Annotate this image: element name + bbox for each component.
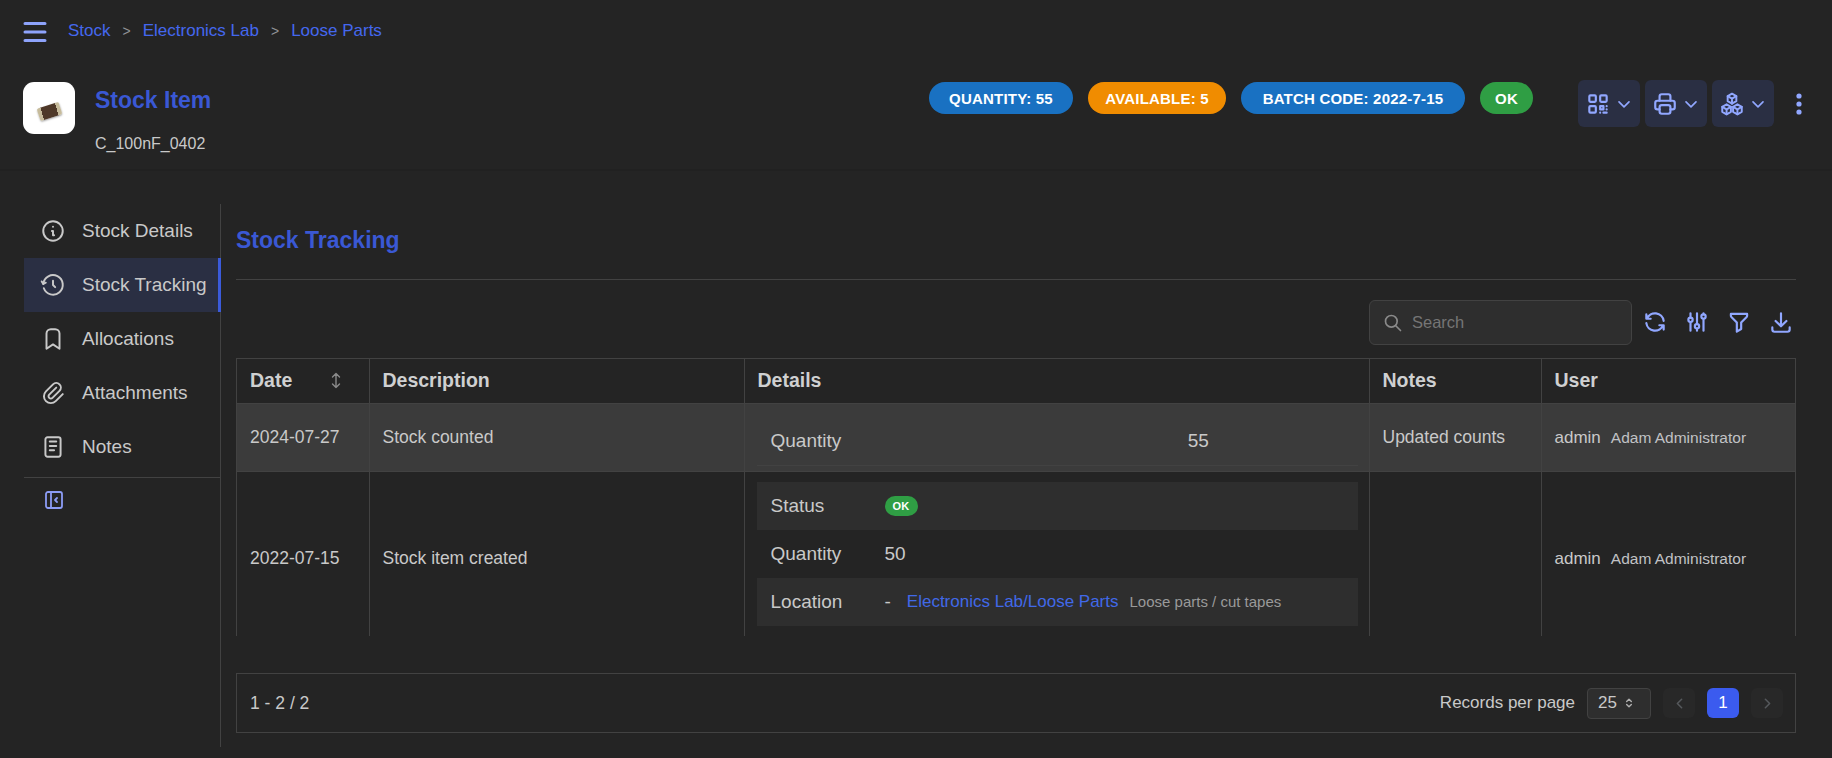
bookmark-icon [40,326,66,352]
sidebar-item-label: Allocations [82,328,174,350]
panel-title: Stock Tracking [236,227,400,254]
refresh-icon[interactable] [1642,309,1668,335]
selector-icon [1622,696,1636,710]
search-input[interactable] [1412,313,1602,332]
column-header-description[interactable]: Description [369,359,744,403]
location-description: Loose parts / cut tapes [1130,593,1282,610]
stock-tracking-table: Date Description Details Notes User 2024… [236,358,1796,636]
filter-icon[interactable] [1726,309,1752,335]
column-header-notes: Notes [1369,359,1541,403]
history-icon [40,272,66,298]
ok-status-badge: OK [885,496,918,516]
more-options-button[interactable] [1788,86,1810,122]
row-details: Status OK Quantity 50 Location - Electro… [744,471,1369,636]
header-divider [0,169,1832,171]
chevron-down-icon [1681,94,1701,114]
breadcrumb-separator: > [271,23,279,39]
detail-label: Quantity [757,430,1058,452]
status-badges: QUANTITY: 55 AVAILABLE: 5 BATCH CODE: 20… [929,82,1533,114]
search-icon [1383,313,1403,333]
available-badge: AVAILABLE: 5 [1088,82,1226,114]
sidebar-collapse-icon[interactable] [42,488,66,512]
panel-title-divider [236,279,1796,280]
sidebar-item-allocations[interactable]: Allocations [24,312,221,366]
row-notes [1369,471,1541,636]
barcode-actions-button[interactable] [1578,80,1640,127]
table-footer: 1 - 2 / 2 Records per page 25 1 [236,673,1796,733]
sidebar-item-label: Notes [82,436,132,458]
row-date: 2022-07-15 [237,471,369,636]
detail-row-location: Location - Electronics Lab/Loose Parts L… [757,578,1358,626]
column-header-details: Details [744,359,1369,403]
row-date: 2024-07-27 [237,403,369,471]
status-ok-badge: OK [1480,82,1533,114]
row-user: adminAdam Administrator [1541,403,1795,471]
page-1-button[interactable]: 1 [1707,688,1739,718]
detail-row-quantity: Quantity 50 [757,530,1358,578]
sidebar-item-label: Stock Details [82,220,193,242]
row-description: Stock item created [369,471,744,636]
header-actions [1578,80,1810,127]
part-image [36,101,62,120]
table-header-row: Date Description Details Notes User [237,359,1795,403]
batch-code-badge: BATCH CODE: 2022-7-15 [1241,82,1465,114]
sidebar-nav: Stock Details Stock Tracking Allocations… [24,204,221,474]
quantity-badge: QUANTITY: 55 [929,82,1073,114]
location-link[interactable]: Electronics Lab/Loose Parts [907,592,1119,612]
packages-icon [1719,91,1745,117]
previous-page-button[interactable] [1663,688,1695,718]
page-title: Stock Item [95,87,211,114]
sidebar-item-notes[interactable]: Notes [24,420,221,474]
page-subtitle: C_100nF_0402 [95,135,205,153]
info-circle-icon [40,218,66,244]
chevron-down-icon [1614,94,1634,114]
records-per-page-label: Records per page [1440,693,1575,713]
row-description: Stock counted [369,403,744,471]
location-dash: - [885,591,891,613]
detail-row-status: Status OK [757,482,1358,530]
breadcrumb-stock[interactable]: Stock [68,21,111,41]
record-range: 1 - 2 / 2 [250,693,309,714]
column-header-user: User [1541,359,1795,403]
notes-icon [40,434,66,460]
stock-item-thumbnail[interactable] [23,82,75,134]
qrcode-icon [1585,91,1611,117]
sidebar-item-label: Stock Tracking [82,274,207,296]
row-notes: Updated counts [1369,403,1541,471]
download-icon[interactable] [1768,309,1794,335]
sidebar-item-label: Attachments [82,382,188,404]
table-row[interactable]: 2022-07-15 Stock item created Status OK … [237,471,1795,636]
table-toolbar [1642,309,1794,335]
adjustments-icon[interactable] [1684,309,1710,335]
table-row[interactable]: 2024-07-27 Stock counted Quantity 55 Upd… [237,403,1795,471]
sidebar-item-attachments[interactable]: Attachments [24,366,221,420]
next-page-button[interactable] [1751,688,1783,718]
breadcrumb: Stock > Electronics Lab > Loose Parts [68,0,382,62]
column-header-date[interactable]: Date [237,359,369,403]
detail-value: 55 [1057,430,1358,452]
breadcrumb-separator: > [123,23,131,39]
search-box[interactable] [1369,300,1632,345]
printer-icon [1652,91,1678,117]
menu-icon[interactable] [23,21,47,43]
breadcrumb-loose-parts[interactable]: Loose Parts [291,21,382,41]
paperclip-icon [40,380,66,406]
sidebar-item-stock-details[interactable]: Stock Details [24,204,221,258]
row-details: Quantity 55 [744,403,1369,471]
sort-icon[interactable] [331,372,341,389]
row-user: adminAdam Administrator [1541,471,1795,636]
sidebar-bottom-divider [24,477,220,478]
sidebar-item-stock-tracking[interactable]: Stock Tracking [24,258,221,312]
breadcrumb-electronics-lab[interactable]: Electronics Lab [143,21,259,41]
printing-actions-button[interactable] [1645,80,1707,127]
records-per-page-select[interactable]: 25 [1587,688,1651,719]
chevron-down-icon [1748,94,1768,114]
stock-operations-button[interactable] [1712,80,1774,127]
